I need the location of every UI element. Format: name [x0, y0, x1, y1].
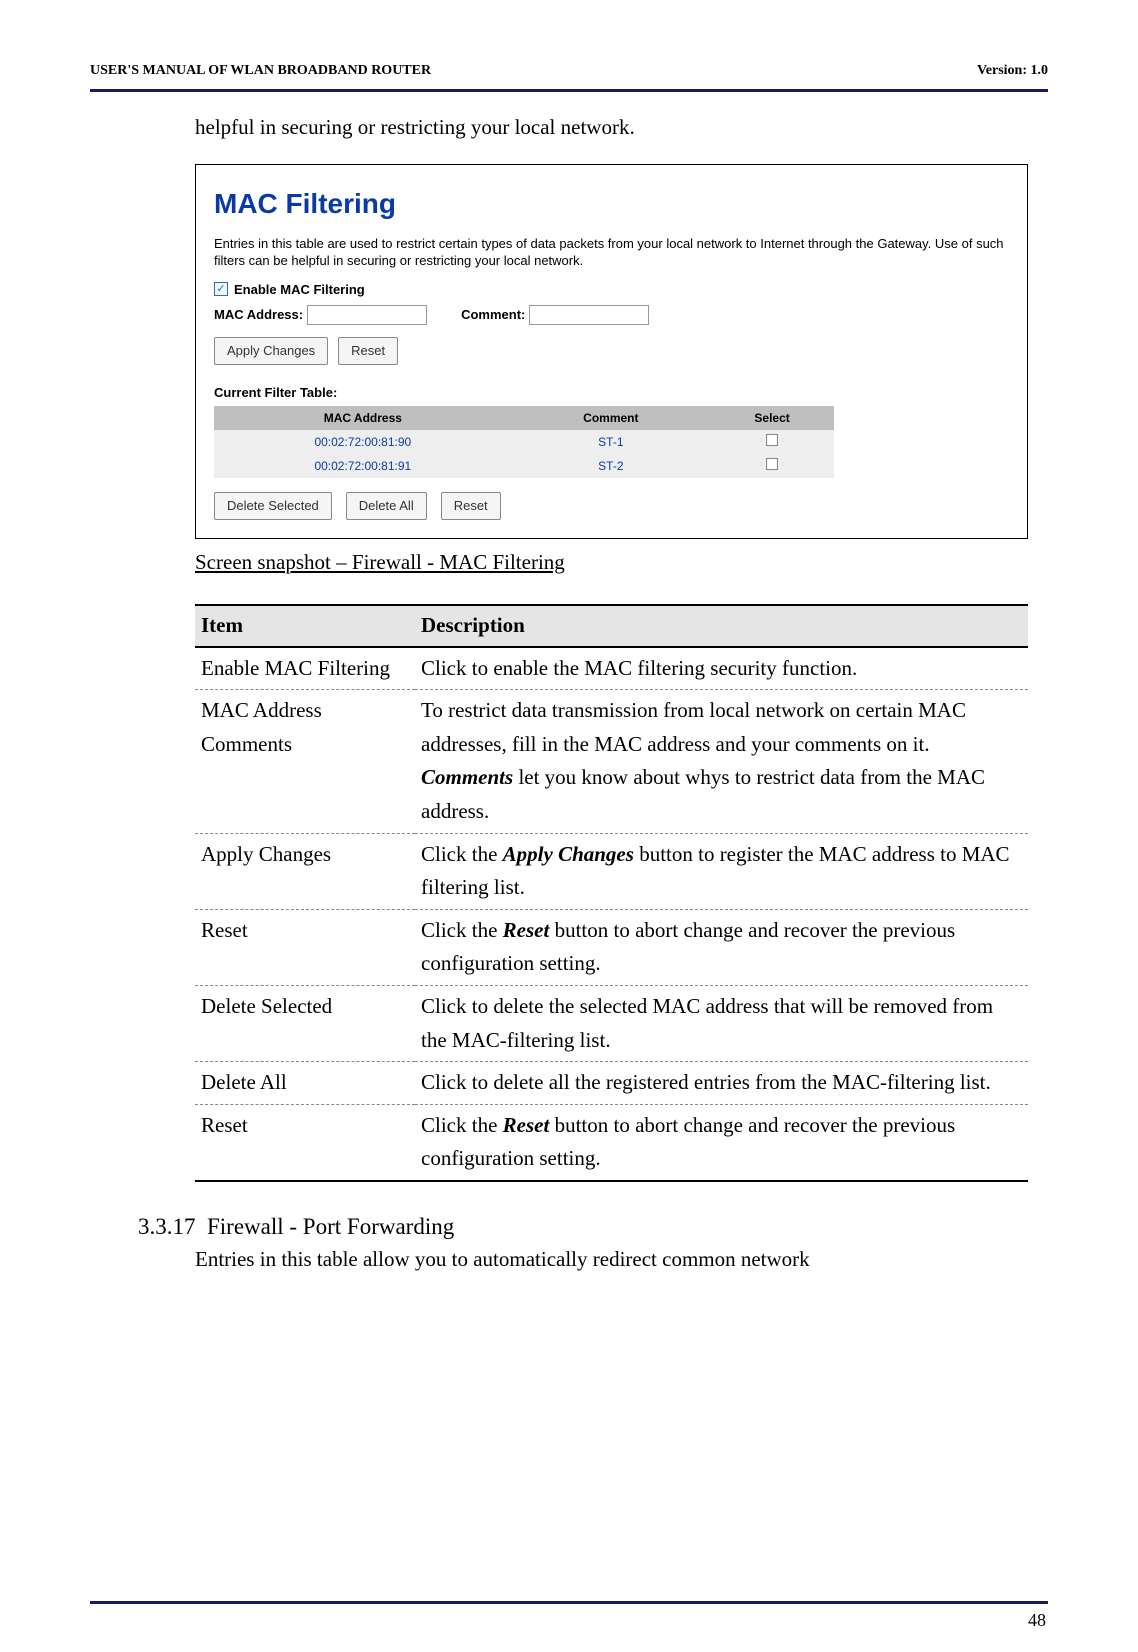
footer-rule [90, 1601, 1048, 1604]
item-cell: Apply Changes [195, 833, 415, 909]
header-right: Version: 1.0 [977, 60, 1048, 81]
description-table: Item Description Enable MAC Filtering Cl… [195, 604, 1028, 1182]
th-comment: Comment [512, 406, 710, 430]
item-cell: Reset [195, 909, 415, 985]
screenshot-caption: Screen snapshot – Firewall - MAC Filteri… [195, 547, 1028, 579]
th-description: Description [415, 605, 1028, 647]
intro-text: helpful in securing or restricting your … [195, 112, 1028, 144]
desc-cell: Click to delete the selected MAC address… [415, 985, 1028, 1061]
filter-table-label: Current Filter Table: [214, 383, 1009, 403]
screenshot-desc: Entries in this table are used to restri… [214, 235, 1009, 270]
cell-mac: 00:02:72:00:81:91 [214, 454, 512, 478]
item-cell: Reset [195, 1104, 415, 1181]
section-body: Entries in this table allow you to autom… [195, 1244, 1048, 1276]
filter-table: MAC Address Comment Select 00:02:72:00:8… [214, 406, 834, 478]
cell-comment: ST-1 [512, 430, 710, 454]
th-item: Item [195, 605, 415, 647]
delete-selected-button[interactable]: Delete Selected [214, 492, 332, 520]
header-left: USER'S MANUAL OF WLAN BROADBAND ROUTER [90, 60, 431, 81]
desc-cell: Click to enable the MAC filtering securi… [415, 647, 1028, 690]
th-select: Select [710, 406, 834, 430]
desc-cell: Click the Apply Changes button to regist… [415, 833, 1028, 909]
cell-mac: 00:02:72:00:81:90 [214, 430, 512, 454]
desc-cell: Click to delete all the registered entri… [415, 1062, 1028, 1105]
desc-cell: To restrict data transmission from local… [415, 690, 1028, 833]
enable-mac-label: Enable MAC Filtering [234, 280, 365, 300]
table-row: 00:02:72:00:81:91 ST-2 [214, 454, 834, 478]
desc-cell: Click the Reset button to abort change a… [415, 1104, 1028, 1181]
item-cell: Delete All [195, 1062, 415, 1105]
section-heading: 3.3.17 Firewall - Port Forwarding [138, 1210, 1048, 1245]
table-row: 00:02:72:00:81:90 ST-1 [214, 430, 834, 454]
select-checkbox[interactable] [766, 458, 778, 470]
comment-label: Comment: [461, 305, 525, 325]
comment-input[interactable] [529, 305, 649, 325]
screenshot-title: MAC Filtering [214, 183, 1009, 225]
desc-cell: Click the Reset button to abort change a… [415, 909, 1028, 985]
delete-all-button[interactable]: Delete All [346, 492, 427, 520]
reset-button-2[interactable]: Reset [441, 492, 501, 520]
screenshot-panel: MAC Filtering Entries in this table are … [195, 164, 1028, 539]
reset-button[interactable]: Reset [338, 337, 398, 365]
mac-address-input[interactable] [307, 305, 427, 325]
item-cell: MAC Address Comments [195, 690, 415, 833]
th-mac: MAC Address [214, 406, 512, 430]
mac-address-label: MAC Address: [214, 305, 303, 325]
apply-changes-button[interactable]: Apply Changes [214, 337, 328, 365]
page-number: 48 [1028, 1607, 1046, 1634]
header-rule [90, 89, 1048, 92]
cell-comment: ST-2 [512, 454, 710, 478]
check-icon[interactable]: ✓ [214, 282, 228, 296]
item-cell: Delete Selected [195, 985, 415, 1061]
select-checkbox[interactable] [766, 434, 778, 446]
item-cell: Enable MAC Filtering [195, 647, 415, 690]
